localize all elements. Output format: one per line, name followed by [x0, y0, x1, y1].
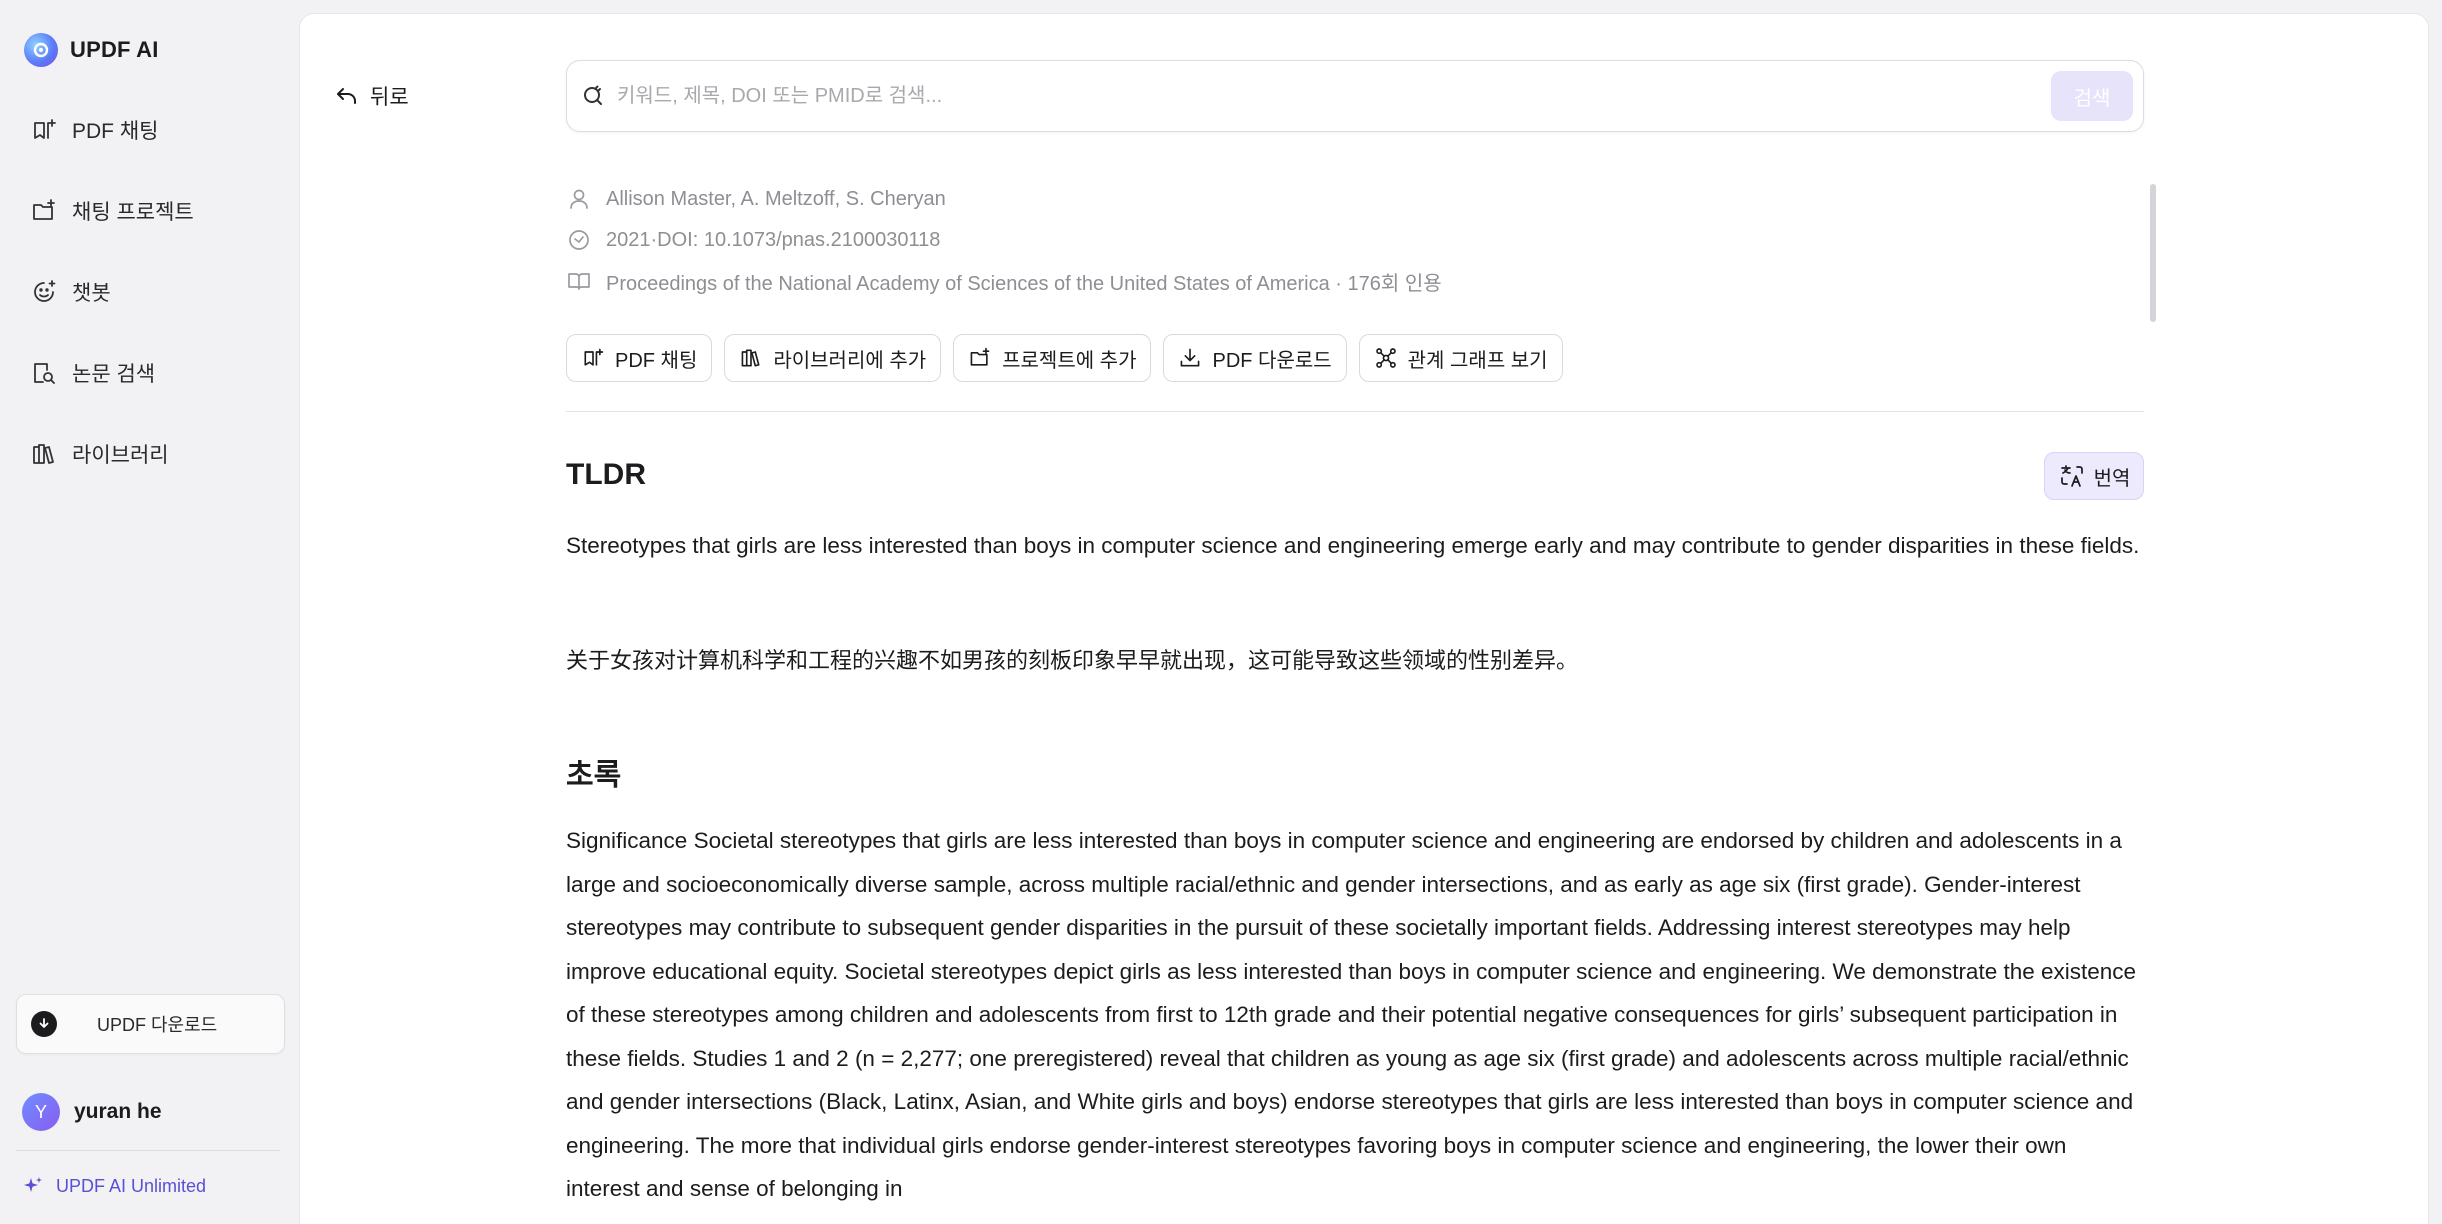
action-label: 프로젝트에 추가 — [1002, 349, 1137, 372]
plan-label: UPDF AI Unlimited — [56, 1175, 207, 1196]
library-icon — [33, 444, 54, 464]
sidebar-item-label: 라이브러리 — [72, 444, 169, 467]
folder-plus-icon — [970, 347, 990, 366]
user-name: yuran he — [74, 1100, 162, 1123]
scrollbar-thumb[interactable] — [2150, 184, 2156, 322]
year-doi: 2021·DOI: 10.1073/pnas.2100030118 — [606, 228, 941, 251]
back-arrow-icon — [337, 88, 356, 104]
download-icon — [1181, 348, 1200, 367]
search-button[interactable]: 검색 — [2051, 71, 2133, 121]
sidebar-item-pdf-chat[interactable]: PDF 채팅 — [16, 106, 284, 154]
pdf-chat-button[interactable]: PDF 채팅 — [566, 334, 713, 382]
tldr-text-en: Stereotypes that girls are less interest… — [566, 533, 2140, 558]
sidebar-item-chat-project[interactable]: 채팅 프로젝트 — [16, 187, 284, 235]
graph-icon — [1375, 348, 1396, 368]
pdf-download-button[interactable]: PDF 다운로드 — [1163, 334, 1347, 382]
download-icon — [31, 1011, 57, 1037]
add-to-project-button[interactable]: 프로젝트에 추가 — [953, 334, 1152, 382]
bot-icon — [34, 280, 56, 302]
brand-name: UPDF AI — [70, 37, 159, 62]
sidebar-item-label: PDF 채팅 — [72, 120, 159, 143]
plan-badge[interactable]: UPDF AI Unlimited — [22, 1172, 206, 1200]
translate-icon — [2060, 465, 2083, 487]
back-button[interactable]: 뒤로 — [334, 80, 409, 112]
sidebar-item-paper-search[interactable]: 논문 검색 — [16, 349, 284, 397]
sidebar-nav: PDF 채팅 채팅 프로젝트 챗봇 논문 검색 라이브러리 — [16, 106, 284, 511]
search-bar: 검색 — [566, 60, 2144, 132]
abstract-title: 초록 — [566, 759, 622, 792]
authors-row: Allison Master, A. Meltzoff, S. Cheryan — [566, 184, 1442, 214]
sidebar: UPDF AI PDF 채팅 채팅 프로젝트 챗봇 논문 검색 라이브러리 UP… — [0, 0, 300, 1224]
action-label: PDF 채팅 — [615, 349, 698, 372]
updf-download-button[interactable]: UPDF 다운로드 — [16, 994, 285, 1054]
sidebar-divider — [16, 1150, 280, 1151]
paper-actions: PDF 채팅 라이브러리에 추가 프로젝트에 추가 PDF 다운로드 관계 그래… — [566, 334, 1563, 382]
year-doi-row: 2021·DOI: 10.1073/pnas.2100030118 — [566, 225, 1442, 255]
tldr-title: TLDR — [566, 458, 646, 491]
divider — [566, 411, 2144, 412]
updf-logo-icon — [24, 33, 58, 67]
sidebar-item-label: 채팅 프로젝트 — [72, 201, 194, 224]
library-icon — [741, 349, 760, 367]
action-label: 관계 그래프 보기 — [1407, 349, 1548, 372]
pdf-chat-icon — [34, 119, 56, 139]
search-icon — [584, 85, 602, 105]
action-label: PDF 다운로드 — [1212, 349, 1332, 372]
relation-graph-button[interactable]: 관계 그래프 보기 — [1358, 334, 1563, 382]
venue-row: Proceedings of the National Academy of S… — [566, 266, 1442, 296]
translate-label: 번역 — [2093, 467, 2131, 490]
back-label: 뒤로 — [370, 86, 409, 109]
sidebar-item-label: 논문 검색 — [72, 363, 156, 386]
user-profile[interactable]: Y yuran he — [22, 1092, 162, 1132]
sparkle-icon — [24, 1177, 42, 1192]
brand[interactable]: UPDF AI — [24, 32, 159, 68]
download-label: UPDF 다운로드 — [97, 1015, 218, 1035]
translate-button[interactable]: 번역 — [2044, 452, 2144, 500]
sidebar-item-library[interactable]: 라이브러리 — [16, 430, 284, 478]
action-label: 라이브러리에 추가 — [773, 349, 927, 372]
authors: Allison Master, A. Meltzoff, S. Cheryan — [606, 187, 946, 210]
folder-plus-icon — [33, 199, 55, 220]
clock-icon — [569, 230, 589, 250]
abstract-text: Significance Societal stereotypes that g… — [566, 828, 2137, 1201]
book-icon — [568, 273, 590, 290]
paper-detail-panel: 뒤로 검색 Allison Master, A. Meltzoff, S. Ch… — [300, 14, 2428, 1224]
pdf-chat-icon — [584, 348, 604, 366]
sidebar-item-chatbot[interactable]: 챗봇 — [16, 268, 284, 316]
person-icon — [570, 189, 588, 209]
add-to-library-button[interactable]: 라이브러리에 추가 — [724, 334, 942, 382]
paper-meta: Allison Master, A. Meltzoff, S. Cheryan … — [566, 184, 1442, 307]
sidebar-item-label: 챗봇 — [72, 282, 111, 305]
tldr-text-zh: 关于女孩对计算机科学和工程的兴趣不如男孩的刻板印象早早就出现，这可能导致这些领域… — [566, 649, 1579, 674]
avatar: Y — [22, 1093, 60, 1131]
venue: Proceedings of the National Academy of S… — [606, 272, 1442, 295]
document-search-icon — [34, 363, 55, 384]
search-input[interactable] — [617, 84, 1967, 108]
